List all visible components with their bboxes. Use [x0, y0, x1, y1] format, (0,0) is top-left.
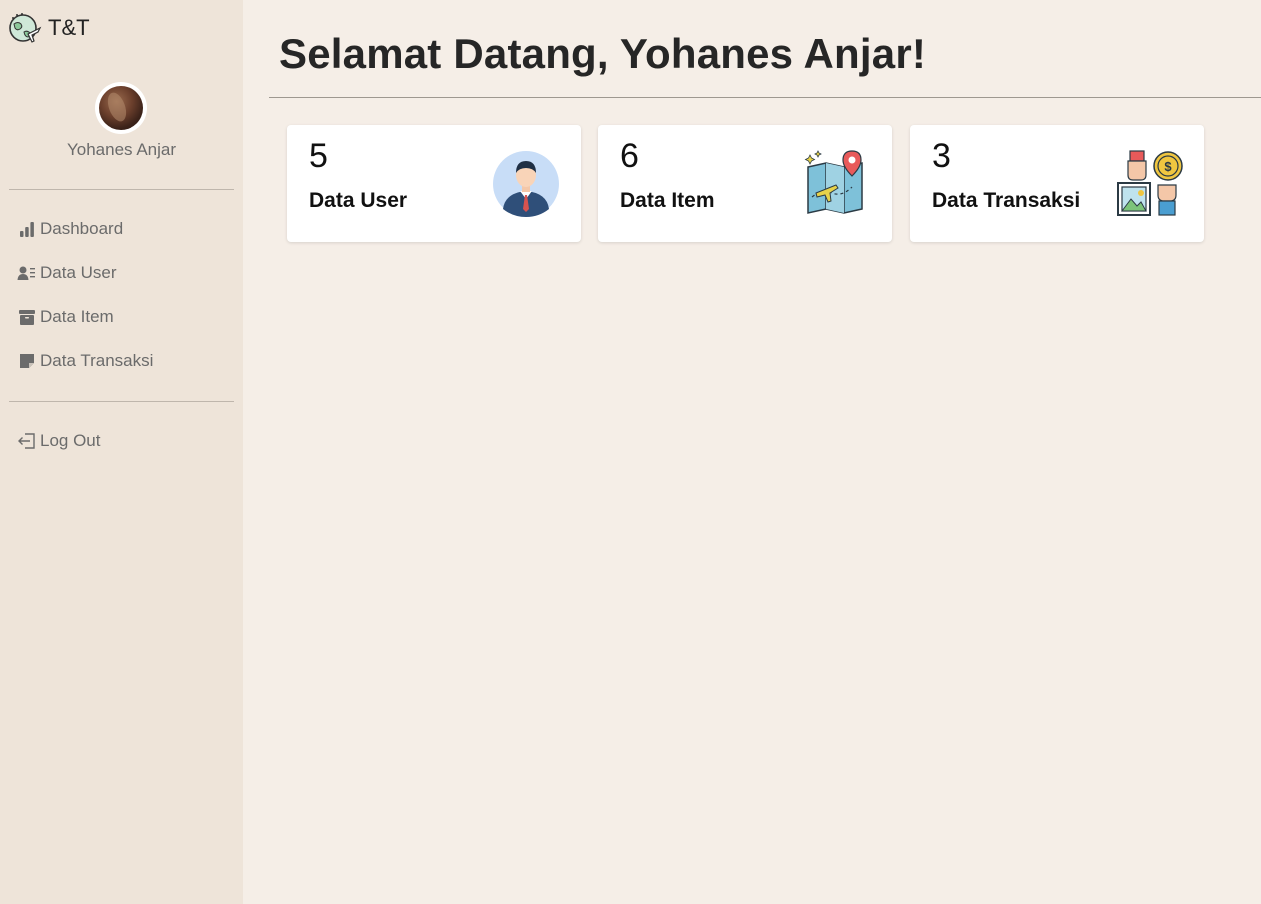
sidebar-item-label: Data Item: [40, 307, 114, 326]
avatar: [95, 82, 147, 134]
sidebar-divider: [9, 189, 234, 190]
title-divider: [269, 97, 1261, 98]
logout-button[interactable]: Log Out: [17, 431, 101, 451]
sidebar-item-label: Data User: [40, 263, 117, 282]
avatar-image: [99, 86, 143, 130]
sidebar-item-dashboard[interactable]: Dashboard: [17, 219, 123, 239]
card-value: 5: [309, 137, 328, 175]
sidebar-item-data-item[interactable]: Data Item: [17, 307, 114, 327]
card-value: 3: [932, 137, 951, 175]
logout-icon: [17, 432, 36, 451]
card-label: Data User: [309, 189, 408, 212]
svg-text:$: $: [1164, 159, 1172, 174]
card-label: Data Item: [620, 189, 715, 212]
user-list-icon: [17, 264, 36, 283]
stat-card-data-transaksi[interactable]: 3 Data Transaksi $: [910, 125, 1204, 242]
globe-plane-icon: [8, 12, 42, 44]
box-icon: [17, 308, 36, 327]
note-icon: [17, 352, 36, 371]
brand-name: T&T: [48, 15, 90, 40]
travel-map-icon: [802, 149, 872, 219]
stat-card-data-item[interactable]: 6 Data Item: [598, 125, 892, 242]
transaction-icon: $: [1114, 149, 1184, 219]
sidebar-item-data-transaksi[interactable]: Data Transaksi: [17, 351, 153, 371]
card-label: Data Transaksi: [932, 189, 1081, 212]
bar-chart-icon: [17, 220, 36, 239]
page-title: Selamat Datang, Yohanes Anjar!: [279, 30, 927, 77]
card-value: 6: [620, 137, 639, 175]
businessman-icon: [491, 149, 561, 219]
sidebar-item-label: Dashboard: [40, 219, 124, 238]
sidebar-divider: [9, 401, 234, 402]
logout-label: Log Out: [40, 431, 101, 450]
brand[interactable]: T&T: [8, 12, 90, 44]
sidebar: T&T Yohanes Anjar Dashboard Data User Da…: [0, 0, 243, 904]
profile-name: Yohanes Anjar: [66, 140, 177, 159]
sidebar-item-label: Data Transaksi: [40, 351, 154, 370]
stat-card-data-user[interactable]: 5 Data User: [287, 125, 581, 242]
sidebar-item-data-user[interactable]: Data User: [17, 263, 117, 283]
